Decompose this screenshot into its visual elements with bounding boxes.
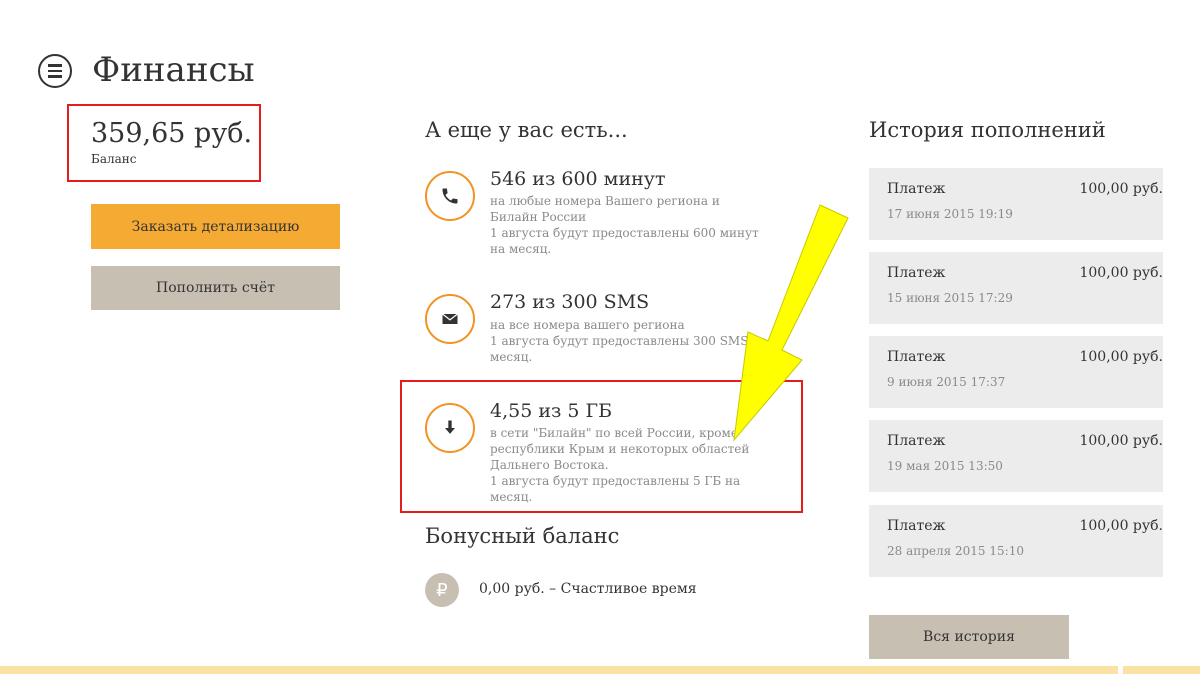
packages-title: А еще у вас есть... <box>425 118 628 142</box>
order-details-button[interactable]: Заказать детализацию <box>91 204 340 249</box>
history-item-date: 9 июня 2015 17:37 <box>887 375 1006 389</box>
history-item-date: 15 июня 2015 17:29 <box>887 291 1013 305</box>
internet-package-desc: в сети "Билайн" по всей России, кроме ре… <box>490 426 750 504</box>
history-item-amount: 100,00 руб. <box>1079 518 1163 534</box>
all-history-button[interactable]: Вся история <box>869 615 1069 659</box>
ruble-icon: ₽ <box>425 573 459 607</box>
balance-amount: 359,65 руб. <box>91 118 253 149</box>
history-item-label: Платеж <box>887 349 946 365</box>
history-item-date: 17 июня 2015 19:19 <box>887 207 1013 221</box>
history-item-date: 28 апреля 2015 15:10 <box>887 544 1024 558</box>
history-item[interactable]: Платеж 100,00 руб. 28 апреля 2015 15:10 <box>869 505 1163 577</box>
history-item-label: Платеж <box>887 433 946 449</box>
menu-button[interactable] <box>38 54 72 88</box>
phone-icon <box>425 171 475 221</box>
bonus-balance-text: 0,00 руб. – Счастливое время <box>479 581 697 597</box>
envelope-icon <box>425 294 475 344</box>
history-item[interactable]: Платеж 100,00 руб. 9 июня 2015 17:37 <box>869 336 1163 408</box>
history-item-label: Платеж <box>887 181 946 197</box>
history-item-date: 19 мая 2015 13:50 <box>887 459 1003 473</box>
download-arrow-icon <box>425 403 475 453</box>
internet-package-title: 4,55 из 5 ГБ <box>490 400 613 422</box>
history-item-label: Платеж <box>887 265 946 281</box>
history-item[interactable]: Платеж 100,00 руб. 19 мая 2015 13:50 <box>869 420 1163 492</box>
history-item[interactable]: Платеж 100,00 руб. 17 июня 2015 19:19 <box>869 168 1163 240</box>
history-item[interactable]: Платеж 100,00 руб. 15 июня 2015 17:29 <box>869 252 1163 324</box>
history-title: История пополнений <box>869 118 1106 142</box>
history-item-amount: 100,00 руб. <box>1079 265 1163 281</box>
annotation-arrow-icon <box>733 204 849 442</box>
horizontal-scrollbar[interactable] <box>0 666 1118 674</box>
balance-label: Баланс <box>91 152 137 166</box>
scrollbar-track-end <box>1123 666 1200 674</box>
history-item-amount: 100,00 руб. <box>1079 433 1163 449</box>
top-up-button[interactable]: Пополнить счёт <box>91 266 340 310</box>
sms-package-title: 273 из 300 SMS <box>490 291 650 313</box>
history-item-label: Платеж <box>887 518 946 534</box>
page-title: Финансы <box>92 50 255 90</box>
history-item-amount: 100,00 руб. <box>1079 181 1163 197</box>
history-item-amount: 100,00 руб. <box>1079 349 1163 365</box>
minutes-package-title: 546 из 600 минут <box>490 168 666 190</box>
bonus-title: Бонусный баланс <box>425 524 620 548</box>
